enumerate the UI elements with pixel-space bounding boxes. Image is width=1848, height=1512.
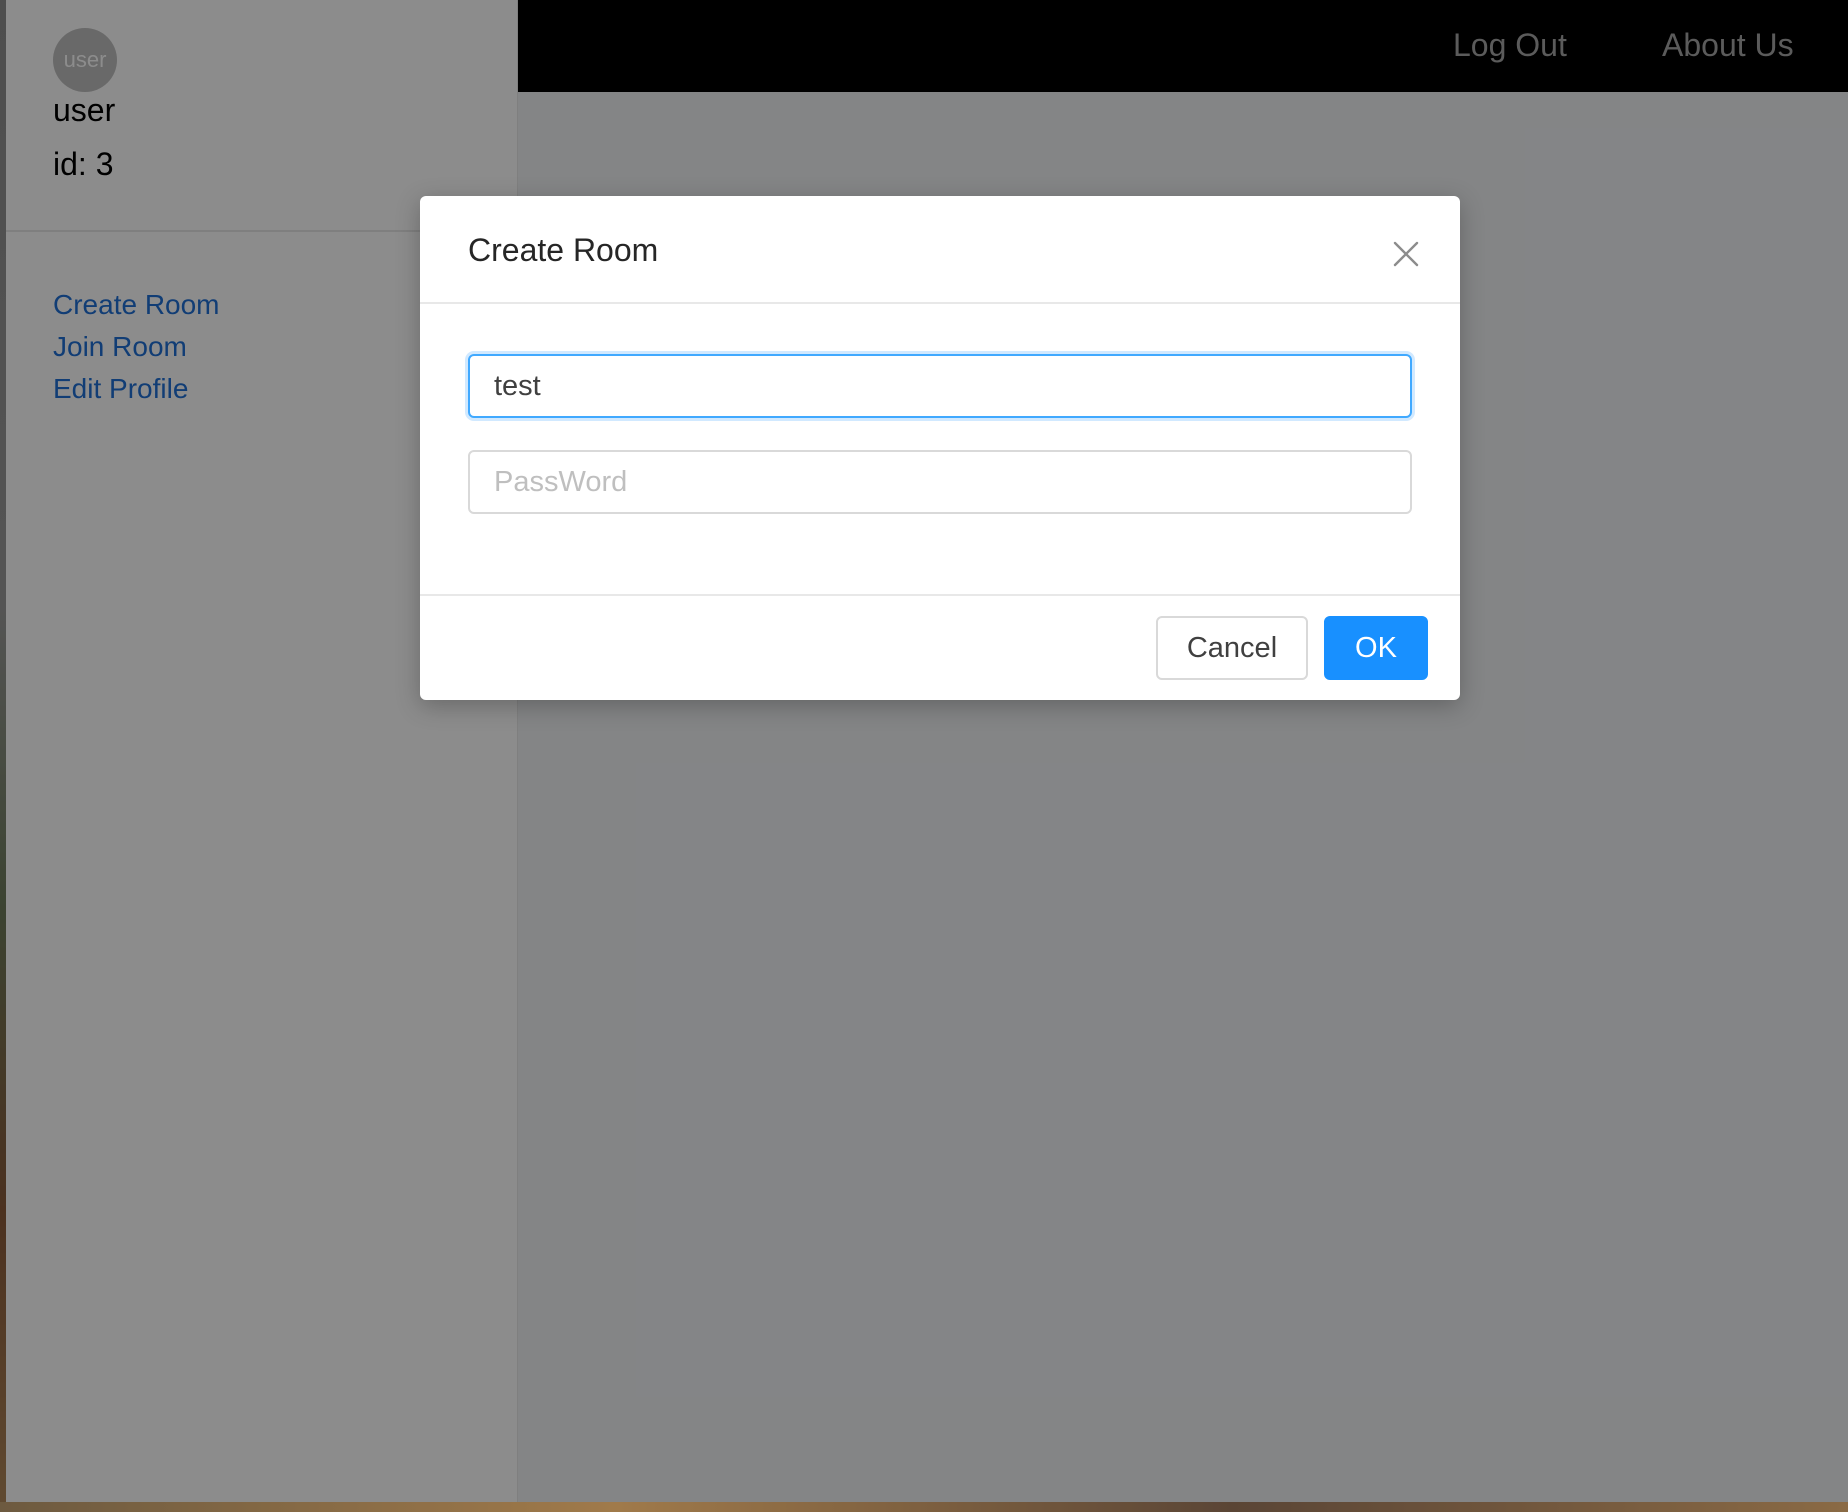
password-input[interactable] xyxy=(468,450,1412,514)
dialog-footer: Cancel OK xyxy=(420,594,1460,700)
dialog-title: Create Room xyxy=(468,232,659,268)
cancel-button[interactable]: Cancel xyxy=(1156,616,1308,680)
close-icon[interactable] xyxy=(1390,238,1422,270)
create-room-dialog: Create Room Cancel OK xyxy=(420,196,1460,700)
room-name-input[interactable] xyxy=(468,354,1412,418)
dialog-header: Create Room xyxy=(420,196,1460,304)
desktop-bottom-edge xyxy=(0,1502,1848,1512)
dialog-body xyxy=(468,354,1412,514)
ok-button[interactable]: OK xyxy=(1324,616,1428,680)
